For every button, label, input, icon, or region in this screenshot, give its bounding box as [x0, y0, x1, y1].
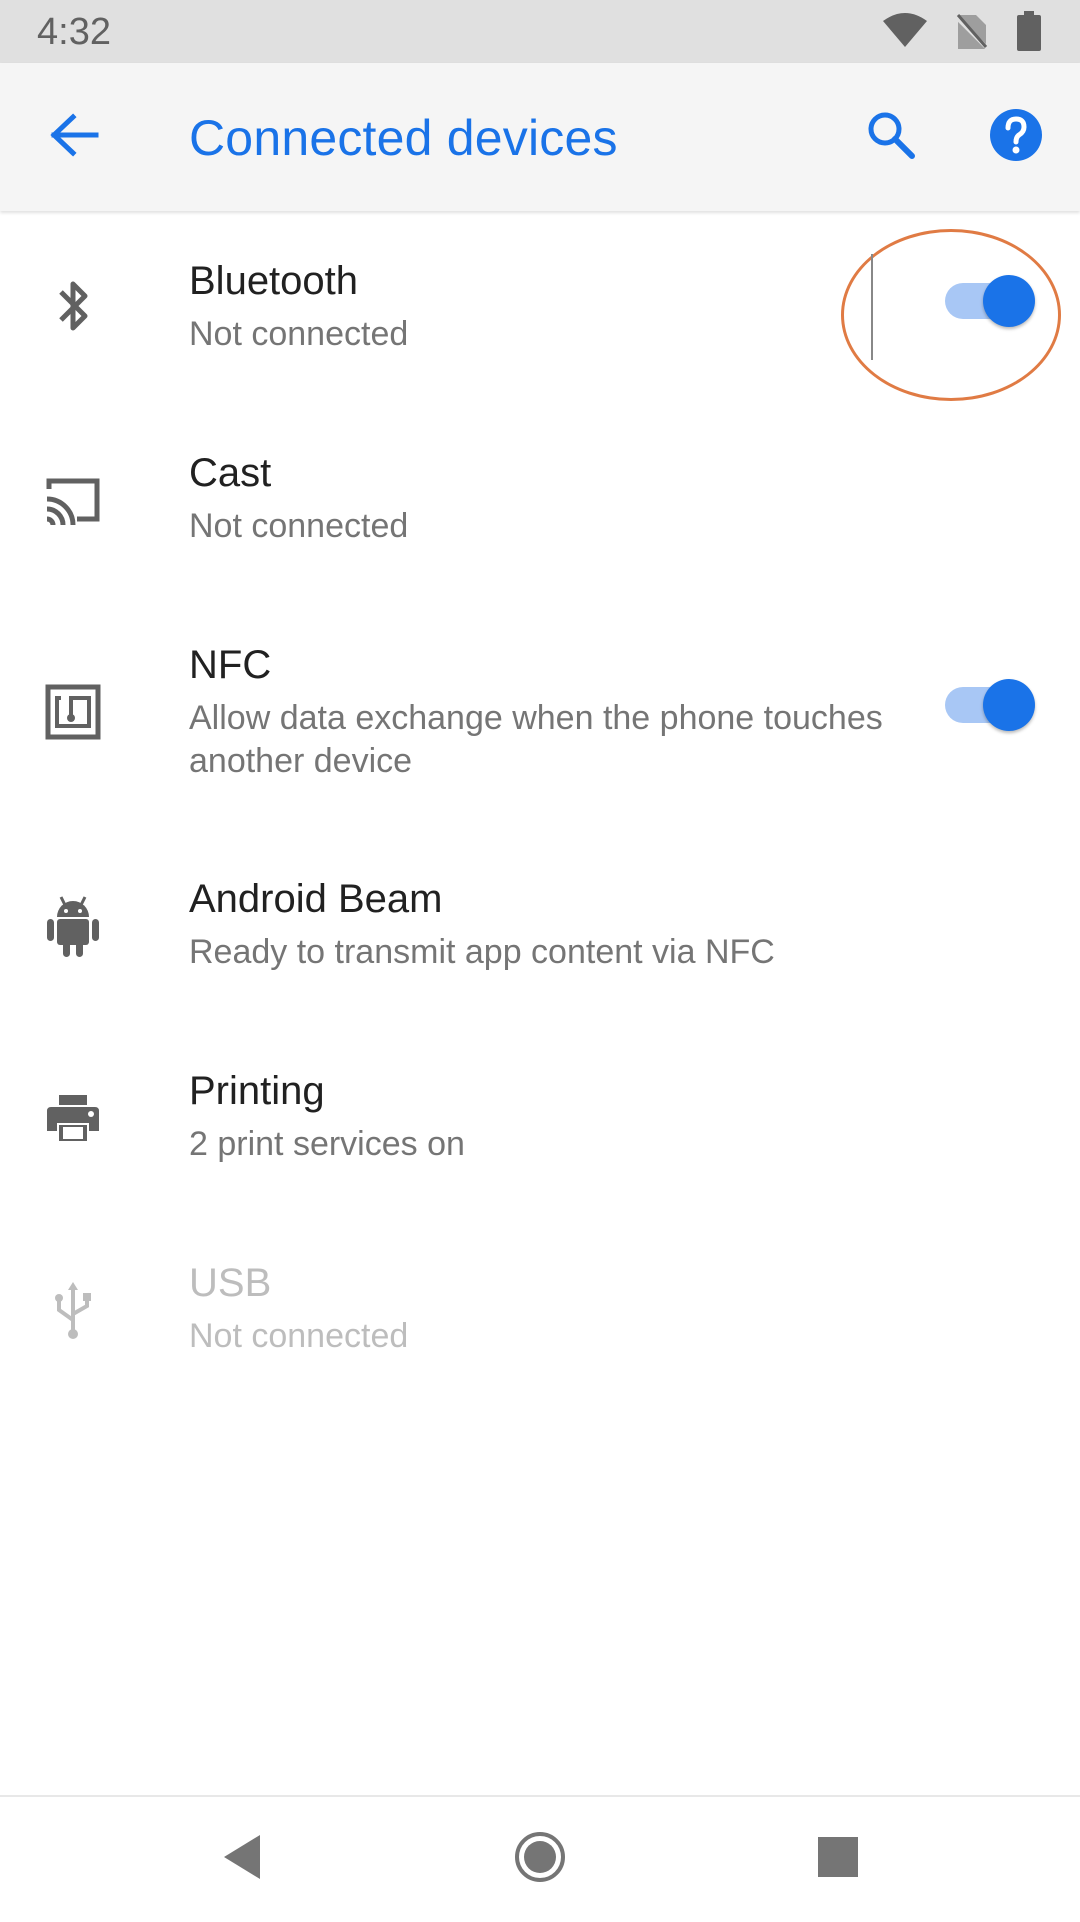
android-beam-title: Android Beam [189, 877, 443, 921]
status-time: 4:32 [37, 11, 111, 53]
toggle-thumb [983, 679, 1035, 731]
help-icon [989, 108, 1043, 167]
printing-subtitle: 2 print services on [189, 1125, 465, 1163]
app-toolbar: Connected devices [0, 63, 1080, 211]
recents-square-icon [817, 1836, 859, 1883]
search-button[interactable] [851, 97, 931, 177]
status-bar: 4:32 [0, 0, 1080, 63]
bluetooth-title: Bluetooth [189, 259, 359, 303]
printing-title: Printing [189, 1069, 325, 1113]
nfc-icon [40, 679, 106, 745]
arrow-back-icon [49, 112, 99, 162]
nfc-subtitle: Allow data exchange when the phone touch… [189, 699, 883, 780]
nav-recents-button[interactable] [806, 1827, 870, 1891]
android-beam-subtitle: Ready to transmit app content via NFC [189, 933, 775, 971]
list-item-usb: USB Not connected [0, 1213, 1080, 1405]
back-button[interactable] [34, 97, 114, 177]
list-item-nfc[interactable]: NFC Allow data exchange when the phone t… [0, 595, 1080, 829]
usb-icon [40, 1277, 106, 1343]
page-title: Connected devices [189, 110, 618, 166]
navigation-bar [0, 1795, 1080, 1922]
home-circle-icon [514, 1831, 566, 1888]
no-sim-icon [956, 11, 988, 51]
bluetooth-subtitle: Not connected [189, 315, 409, 353]
usb-subtitle: Not connected [189, 1317, 409, 1355]
search-icon [866, 110, 916, 165]
nfc-title: NFC [189, 643, 272, 687]
cast-title: Cast [189, 451, 272, 495]
battery-icon [1016, 11, 1042, 51]
help-button[interactable] [976, 97, 1056, 177]
cast-subtitle: Not connected [189, 507, 409, 545]
android-icon [40, 893, 106, 959]
wifi-icon [882, 13, 928, 49]
list-item-cast[interactable]: Cast Not connected [0, 403, 1080, 595]
cast-icon [40, 467, 106, 533]
status-icons [882, 11, 1042, 51]
nfc-toggle[interactable] [945, 679, 1035, 731]
list-item-printing[interactable]: Printing 2 print services on [0, 1021, 1080, 1213]
print-icon [40, 1085, 106, 1151]
back-triangle-icon [220, 1833, 264, 1886]
bluetooth-icon [40, 273, 106, 339]
list-item-android-beam[interactable]: Android Beam Ready to transmit app conte… [0, 829, 1080, 1021]
annotation-cursor-line [871, 254, 873, 360]
nav-home-button[interactable] [508, 1827, 572, 1891]
nav-back-button[interactable] [210, 1827, 274, 1891]
annotation-circle [841, 229, 1061, 401]
usb-title: USB [189, 1261, 272, 1305]
